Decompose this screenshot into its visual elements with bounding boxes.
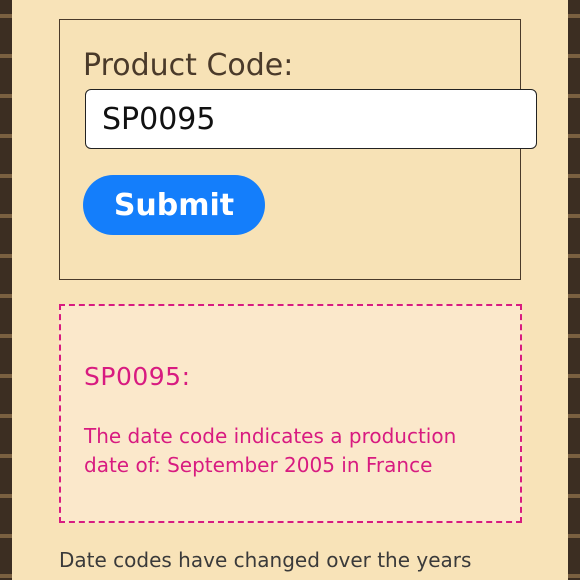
result-title: SP0095: (84, 362, 191, 391)
submit-button[interactable]: Submit (83, 175, 265, 235)
result-text: The date code indicates a production dat… (84, 424, 457, 477)
product-code-form: Product Code: Submit (59, 19, 537, 280)
product-code-label: Product Code: (83, 48, 294, 83)
product-code-input[interactable] (85, 89, 537, 149)
page-content: Product Code: Submit SP0095: The date co… (12, 0, 568, 580)
footer-text: Date codes have changed over the years (59, 548, 472, 572)
decorative-border-left (0, 0, 12, 580)
result-panel: SP0095: The date code indicates a produc… (59, 304, 522, 523)
decorative-border-right (568, 0, 580, 580)
